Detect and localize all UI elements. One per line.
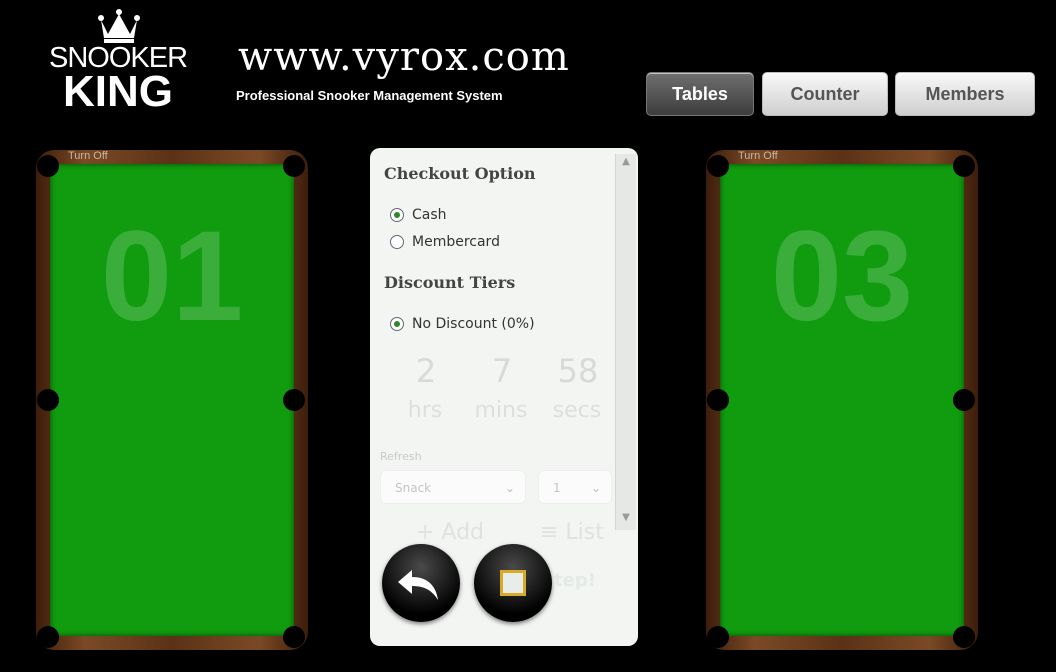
snooker-table-03[interactable]: 03 Turn Off xyxy=(706,150,978,650)
no-discount-label: No Discount (0%) xyxy=(412,316,535,332)
stop-icon xyxy=(500,570,526,596)
turn-off-link[interactable]: Turn Off xyxy=(738,150,778,162)
item-select[interactable]: Snack ⌄ xyxy=(380,470,526,504)
discount-tiers-heading: Discount Tiers xyxy=(384,273,516,292)
scroll-up-icon[interactable]: ▲ xyxy=(616,156,636,172)
timer-hours-label: hrs xyxy=(407,398,443,423)
no-discount-radio[interactable] xyxy=(390,317,404,331)
chevron-down-icon: ⌄ xyxy=(590,481,601,495)
timer-hours-value: 2 xyxy=(415,352,437,390)
cash-label: Cash xyxy=(412,207,447,223)
logo-text-bottom: KING xyxy=(63,67,173,116)
site-url: www.vyrox.com xyxy=(238,34,570,80)
checkout-option-membercard[interactable]: Membercard xyxy=(390,234,500,250)
chevron-down-icon: ⌄ xyxy=(504,481,515,495)
back-button[interactable] xyxy=(382,544,460,622)
cash-radio[interactable] xyxy=(390,208,404,222)
scroll-down-icon[interactable]: ▼ xyxy=(616,512,636,528)
turn-off-link[interactable]: Turn Off xyxy=(68,150,108,162)
panel-scrollbar[interactable]: ▲ ▼ xyxy=(615,154,636,530)
pocket xyxy=(707,389,729,411)
discount-option-none[interactable]: No Discount (0%) xyxy=(390,316,535,332)
step-label: tep! xyxy=(554,570,596,591)
membercard-label: Membercard xyxy=(412,234,500,250)
crown-icon xyxy=(98,9,140,43)
add-item-button[interactable]: + Add xyxy=(416,520,484,545)
nav-counter-button[interactable]: Counter xyxy=(762,72,888,116)
snooker-table-01[interactable]: 01 Turn Off xyxy=(36,150,308,650)
list-items-button[interactable]: ≡ List xyxy=(540,520,604,545)
pocket xyxy=(707,155,729,177)
checkout-option-heading: Checkout Option xyxy=(384,164,536,183)
pocket xyxy=(37,626,59,648)
pocket xyxy=(953,389,975,411)
pocket xyxy=(953,155,975,177)
logo: SNOOKER KING xyxy=(44,8,192,116)
quantity-select[interactable]: 1 ⌄ xyxy=(538,470,612,504)
checkout-panel: ▲ ▼ Checkout Option Cash Membercard Disc… xyxy=(370,148,638,646)
nav-members-button[interactable]: Members xyxy=(895,72,1035,116)
refresh-label: Refresh xyxy=(380,450,422,463)
pocket xyxy=(37,389,59,411)
undo-arrow-icon xyxy=(398,570,438,600)
membercard-radio[interactable] xyxy=(390,235,404,249)
item-select-value: Snack xyxy=(395,481,432,495)
pocket xyxy=(37,155,59,177)
pocket xyxy=(707,626,729,648)
checkout-option-cash[interactable]: Cash xyxy=(390,207,447,223)
timer-minutes-value: 7 xyxy=(491,352,513,390)
pocket xyxy=(283,626,305,648)
quantity-select-value: 1 xyxy=(553,481,561,495)
timer-minutes-label: mins xyxy=(474,398,528,423)
table-felt[interactable]: 01 xyxy=(50,164,294,636)
table-number: 03 xyxy=(770,205,914,348)
stop-button[interactable] xyxy=(474,544,552,622)
table-number: 01 xyxy=(100,205,244,348)
nav-tables-button[interactable]: Tables xyxy=(646,72,754,116)
table-felt[interactable]: 03 xyxy=(720,164,964,636)
timer-seconds-label: secs xyxy=(552,398,602,423)
timer-seconds-value: 58 xyxy=(557,352,599,390)
pocket xyxy=(283,155,305,177)
tagline: Professional Snooker Management System xyxy=(236,88,503,103)
pocket xyxy=(953,626,975,648)
pocket xyxy=(283,389,305,411)
